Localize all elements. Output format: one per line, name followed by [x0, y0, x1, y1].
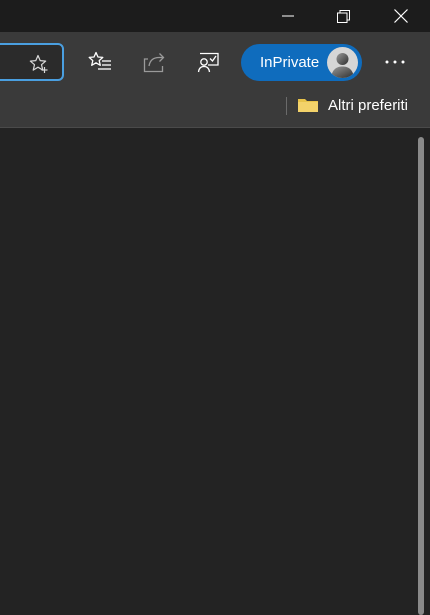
- favorite-star-icon[interactable]: [29, 54, 49, 74]
- favorites-list-icon: [88, 51, 111, 70]
- avatar: [327, 47, 358, 78]
- more-dots-icon: [385, 60, 405, 64]
- title-bar: [0, 0, 430, 32]
- other-favorites-label: Altri preferiti: [328, 96, 409, 114]
- vertical-scrollbar[interactable]: [418, 137, 424, 615]
- minimize-icon: [282, 15, 294, 17]
- share-button[interactable]: [141, 49, 167, 75]
- inprivate-button[interactable]: InPrivate: [241, 44, 362, 81]
- close-icon: [394, 9, 408, 23]
- share-icon: [143, 53, 165, 73]
- feedback-button[interactable]: [196, 49, 222, 75]
- folder-icon: [298, 99, 318, 112]
- favorites-button[interactable]: [87, 49, 113, 75]
- minimize-button[interactable]: [265, 0, 311, 32]
- favorites-divider: [286, 97, 287, 115]
- feedback-icon: [197, 52, 219, 73]
- inprivate-label: InPrivate: [260, 54, 320, 71]
- close-button[interactable]: [378, 0, 424, 32]
- favorites-bar: Altri preferiti: [0, 94, 430, 128]
- restore-button[interactable]: [320, 0, 366, 32]
- profile-icon: [331, 53, 354, 78]
- more-button[interactable]: [382, 49, 408, 75]
- page-content: [0, 128, 430, 615]
- restore-icon: [336, 9, 350, 23]
- address-bar[interactable]: [0, 43, 64, 81]
- browser-toolbar: InPrivate: [0, 32, 430, 94]
- other-favorites-folder[interactable]: Altri preferiti: [297, 94, 408, 116]
